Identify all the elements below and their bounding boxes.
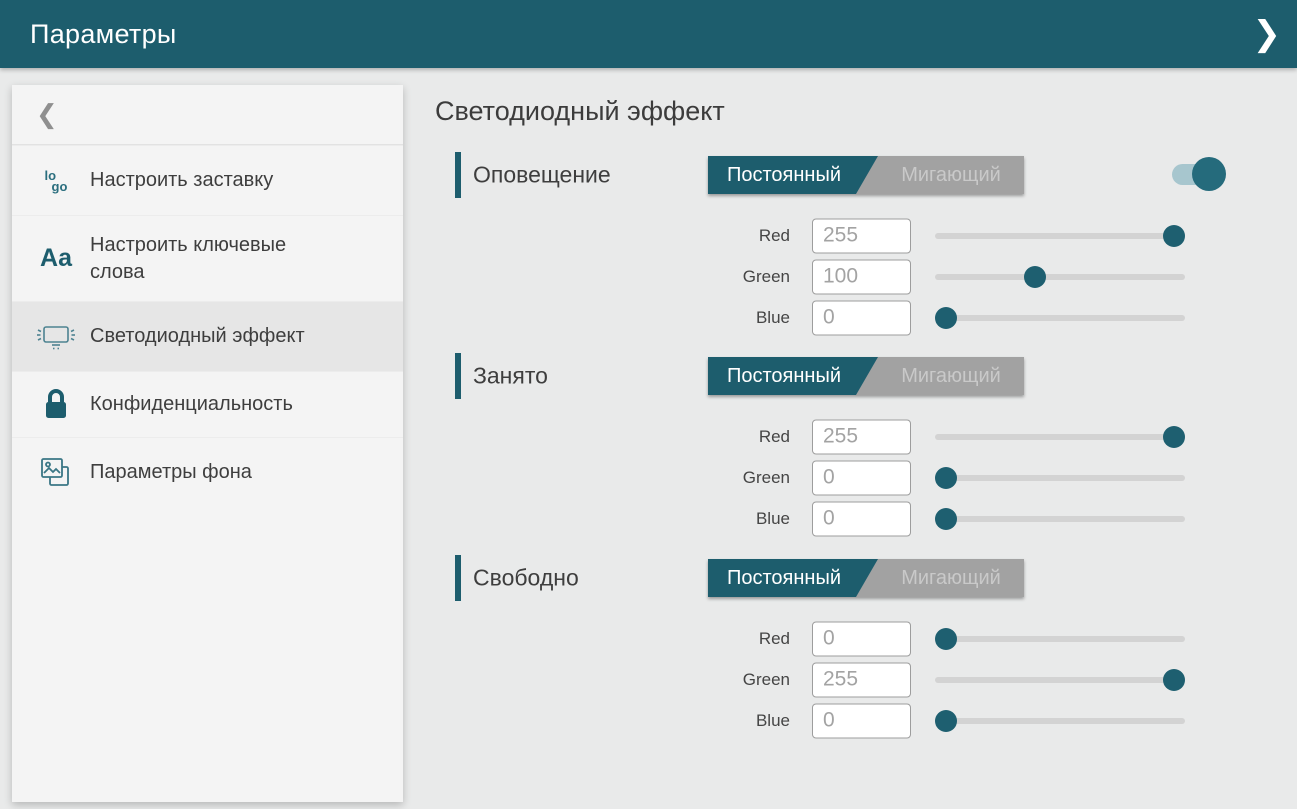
blue-slider[interactable] [935, 307, 1185, 329]
blue-value-input[interactable] [812, 300, 911, 335]
slider-thumb[interactable] [1163, 426, 1185, 448]
green-slider[interactable] [935, 467, 1185, 489]
channel-row-green: Green [435, 457, 1297, 498]
lock-icon [34, 389, 78, 421]
channel-row-red: Red [435, 215, 1297, 256]
sidebar-item-privacy[interactable]: Конфиденциальность [12, 371, 403, 437]
text-aa-icon: Aa [34, 244, 78, 273]
sidebar-item-label: Параметры фона [90, 459, 252, 486]
mode-option-constant[interactable]: Постоянный [708, 559, 878, 597]
channel-label: Blue [435, 308, 790, 328]
green-value-input[interactable] [812, 460, 911, 495]
channel-label: Blue [435, 509, 790, 529]
channel-row-red: Red [435, 416, 1297, 457]
blue-slider[interactable] [935, 710, 1185, 732]
mode-option-blinking[interactable]: Мигающий [878, 559, 1024, 597]
chevron-right-icon[interactable]: ❯ [1253, 17, 1282, 51]
section-notification: Оповещение Постоянный Мигающий Red [435, 152, 1297, 338]
background-images-icon [34, 456, 78, 490]
red-value-input[interactable] [812, 621, 911, 656]
led-display-icon [34, 322, 78, 352]
slider-thumb[interactable] [1163, 225, 1185, 247]
mode-option-blinking[interactable]: Мигающий [878, 357, 1024, 395]
slider-thumb[interactable] [935, 508, 957, 530]
channel-label: Red [435, 629, 790, 649]
section-accent-bar [455, 353, 461, 399]
section-title: Оповещение [473, 162, 611, 189]
slider-thumb[interactable] [1024, 266, 1046, 288]
toggle-thumb [1192, 157, 1226, 191]
mode-segmented-control[interactable]: Постоянный Мигающий [708, 156, 1024, 194]
channel-row-green: Green [435, 256, 1297, 297]
red-value-input[interactable] [812, 419, 911, 454]
mode-option-constant[interactable]: Постоянный [708, 357, 878, 395]
green-slider[interactable] [935, 266, 1185, 288]
channel-label: Green [435, 267, 790, 287]
channel-label: Green [435, 468, 790, 488]
content-title: Светодиодный эффект [435, 96, 1297, 127]
section-accent-bar [455, 152, 461, 198]
channel-row-blue: Blue [435, 498, 1297, 539]
slider-thumb[interactable] [1163, 669, 1185, 691]
sidebar: ❮ lo go Настроить заставку Aa Настроить … [12, 85, 403, 802]
chevron-left-icon: ❮ [36, 99, 58, 130]
red-slider[interactable] [935, 426, 1185, 448]
channel-label: Red [435, 427, 790, 447]
green-slider[interactable] [935, 669, 1185, 691]
notification-toggle-switch[interactable] [1172, 157, 1226, 191]
channel-row-green: Green [435, 659, 1297, 700]
mode-option-constant[interactable]: Постоянный [708, 156, 878, 194]
sidebar-item-label: Конфиденциальность [90, 391, 293, 418]
channel-row-red: Red [435, 618, 1297, 659]
red-slider[interactable] [935, 628, 1185, 650]
red-slider[interactable] [935, 225, 1185, 247]
channel-row-blue: Blue [435, 297, 1297, 338]
section-title: Свободно [473, 565, 579, 592]
slider-thumb[interactable] [935, 710, 957, 732]
section-free: Свободно Постоянный Мигающий Red G [435, 555, 1297, 741]
channel-label: Green [435, 670, 790, 690]
sidebar-item-screensaver[interactable]: lo go Настроить заставку [12, 145, 403, 215]
channel-label: Blue [435, 711, 790, 731]
red-value-input[interactable] [812, 218, 911, 253]
sidebar-collapse-button[interactable]: ❮ [12, 85, 403, 145]
sidebar-item-led-effect[interactable]: Светодиодный эффект [12, 301, 403, 371]
mode-option-blinking[interactable]: Мигающий [878, 156, 1024, 194]
mode-segmented-control[interactable]: Постоянный Мигающий [708, 357, 1024, 395]
main-content: Светодиодный эффект Оповещение Постоянны… [435, 96, 1297, 809]
channel-row-blue: Blue [435, 700, 1297, 741]
slider-thumb[interactable] [935, 467, 957, 489]
green-value-input[interactable] [812, 662, 911, 697]
sidebar-item-label: Светодиодный эффект [90, 323, 305, 350]
app-bar: Параметры ❯ [0, 0, 1297, 68]
green-value-input[interactable] [812, 259, 911, 294]
blue-slider[interactable] [935, 508, 1185, 530]
sidebar-item-label: Настроить ключевые слова [90, 232, 335, 286]
logo-icon: lo go [34, 170, 78, 192]
section-busy: Занято Постоянный Мигающий Red Gre [435, 353, 1297, 539]
blue-value-input[interactable] [812, 501, 911, 536]
sidebar-item-background[interactable]: Параметры фона [12, 437, 403, 507]
section-title: Занято [473, 363, 548, 390]
mode-segmented-control[interactable]: Постоянный Мигающий [708, 559, 1024, 597]
blue-value-input[interactable] [812, 703, 911, 738]
slider-thumb[interactable] [935, 628, 957, 650]
sidebar-item-keywords[interactable]: Aa Настроить ключевые слова [12, 215, 403, 301]
page-title: Параметры [30, 19, 177, 50]
section-accent-bar [455, 555, 461, 601]
slider-thumb[interactable] [935, 307, 957, 329]
channel-label: Red [435, 226, 790, 246]
sidebar-item-label: Настроить заставку [90, 167, 273, 194]
